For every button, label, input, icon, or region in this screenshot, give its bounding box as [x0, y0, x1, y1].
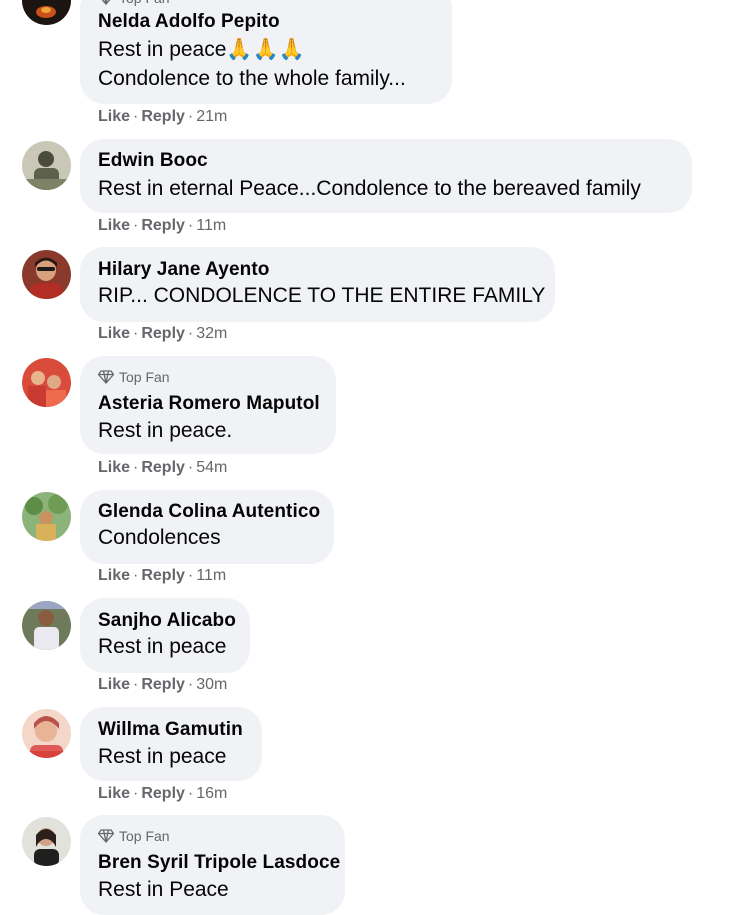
comment-text-line: Condolences [98, 526, 221, 549]
like-button[interactable]: Like [98, 785, 130, 802]
separator: · [133, 567, 139, 584]
avatar[interactable] [22, 492, 71, 541]
comment-bubble: Edwin Booc Rest in eternal Peace...Condo… [80, 139, 692, 213]
diamond-icon [98, 829, 114, 843]
top-fan-label: Top Fan [119, 828, 170, 844]
avatar[interactable] [22, 141, 71, 190]
avatar[interactable] [22, 817, 71, 866]
comment-time[interactable]: 11m [196, 567, 226, 584]
comment-text-line: Rest in eternal Peace...Condolence to th… [98, 177, 641, 200]
comment-actions: Like · Reply · 32m [98, 325, 227, 343]
diamond-icon [98, 370, 114, 384]
comment-author[interactable]: Willma Gamutin [98, 719, 243, 741]
top-fan-badge: Top Fan [98, 828, 170, 844]
comment-author[interactable]: Sanjho Alicabo [98, 610, 236, 632]
reply-button[interactable]: Reply [141, 785, 185, 802]
comment-time[interactable]: 32m [196, 325, 227, 342]
comment-text-line: Rest in peace🙏🙏🙏 [98, 38, 305, 61]
separator: · [133, 785, 139, 802]
separator: · [133, 108, 139, 125]
comment-bubble: Willma Gamutin Rest in peace [80, 707, 262, 781]
top-fan-badge: Top Fan [98, 369, 170, 385]
comment-time[interactable]: 16m [196, 785, 227, 802]
comment-time[interactable]: 54m [196, 459, 227, 476]
like-button[interactable]: Like [98, 459, 130, 476]
like-button[interactable]: Like [98, 676, 130, 693]
comment-actions: Like · Reply · 21m [98, 108, 227, 126]
comment-actions: Like · Reply · 54m [98, 459, 227, 477]
like-button[interactable]: Like [98, 325, 130, 342]
comment-time[interactable]: 30m [196, 676, 227, 693]
separator: · [133, 217, 139, 234]
comment-actions: Like · Reply · 16m [98, 785, 227, 803]
avatar[interactable] [22, 250, 71, 299]
comment-bubble: Top Fan Bren Syril Tripole Lasdoce Rest … [80, 815, 345, 915]
like-button[interactable]: Like [98, 217, 130, 234]
comment-text-line: RIP... CONDOLENCE TO THE ENTIRE FAMILY [98, 284, 546, 307]
comment-bubble: Top Fan Nelda Adolfo Pepito Rest in peac… [80, 0, 452, 104]
comment-author[interactable]: Nelda Adolfo Pepito [98, 11, 280, 33]
avatar[interactable] [22, 0, 71, 25]
reply-button[interactable]: Reply [141, 676, 185, 693]
like-button[interactable]: Like [98, 567, 130, 584]
separator: · [187, 785, 194, 802]
comment-text-line: Rest in peace [98, 745, 227, 768]
diamond-icon [101, 0, 111, 5]
like-button[interactable]: Like [98, 108, 130, 125]
top-fan-label: Top Fan [119, 0, 170, 6]
separator: · [187, 108, 194, 125]
separator: · [187, 676, 194, 693]
comment-text-line: Rest in peace [98, 635, 227, 658]
comment-text-line: Rest in peace. [98, 419, 233, 442]
comment-bubble: Top Fan Asteria Romero Maputol Rest in p… [80, 356, 336, 454]
comment-bubble: Sanjho Alicabo Rest in peace [80, 598, 250, 673]
avatar[interactable] [22, 709, 71, 758]
comment-bubble: Glenda Colina Autentico Condolences [80, 490, 334, 564]
separator: · [187, 459, 194, 476]
comment-author[interactable]: Edwin Booc [98, 150, 208, 172]
comment-time[interactable]: 21m [196, 108, 227, 125]
reply-button[interactable]: Reply [141, 217, 185, 234]
reply-button[interactable]: Reply [141, 108, 185, 125]
comment-text-line: Rest in Peace [98, 878, 229, 901]
reply-button[interactable]: Reply [141, 459, 185, 476]
comment-author[interactable]: Glenda Colina Autentico [98, 501, 320, 523]
comment-author[interactable]: Bren Syril Tripole Lasdoce [98, 852, 340, 874]
top-fan-badge: Top Fan [98, 0, 170, 6]
comment-actions: Like · Reply · 11m [98, 567, 226, 585]
top-fan-label: Top Fan [119, 369, 170, 385]
reply-button[interactable]: Reply [141, 325, 185, 342]
separator: · [187, 325, 194, 342]
comment-author[interactable]: Hilary Jane Ayento [98, 259, 269, 281]
separator: · [187, 567, 194, 584]
comment-text-line: Condolence to the whole family... [98, 67, 406, 90]
comment-time[interactable]: 11m [196, 217, 226, 234]
reply-button[interactable]: Reply [141, 567, 185, 584]
separator: · [133, 459, 139, 476]
avatar[interactable] [22, 601, 71, 650]
comment-actions: Like · Reply · 11m [98, 217, 226, 235]
avatar[interactable] [22, 358, 71, 407]
comment-author[interactable]: Asteria Romero Maputol [98, 393, 320, 415]
separator: · [133, 676, 139, 693]
comment-actions: Like · Reply · 30m [98, 676, 227, 694]
comment-bubble: Hilary Jane Ayento RIP... CONDOLENCE TO … [80, 247, 555, 322]
separator: · [187, 217, 194, 234]
separator: · [133, 325, 139, 342]
